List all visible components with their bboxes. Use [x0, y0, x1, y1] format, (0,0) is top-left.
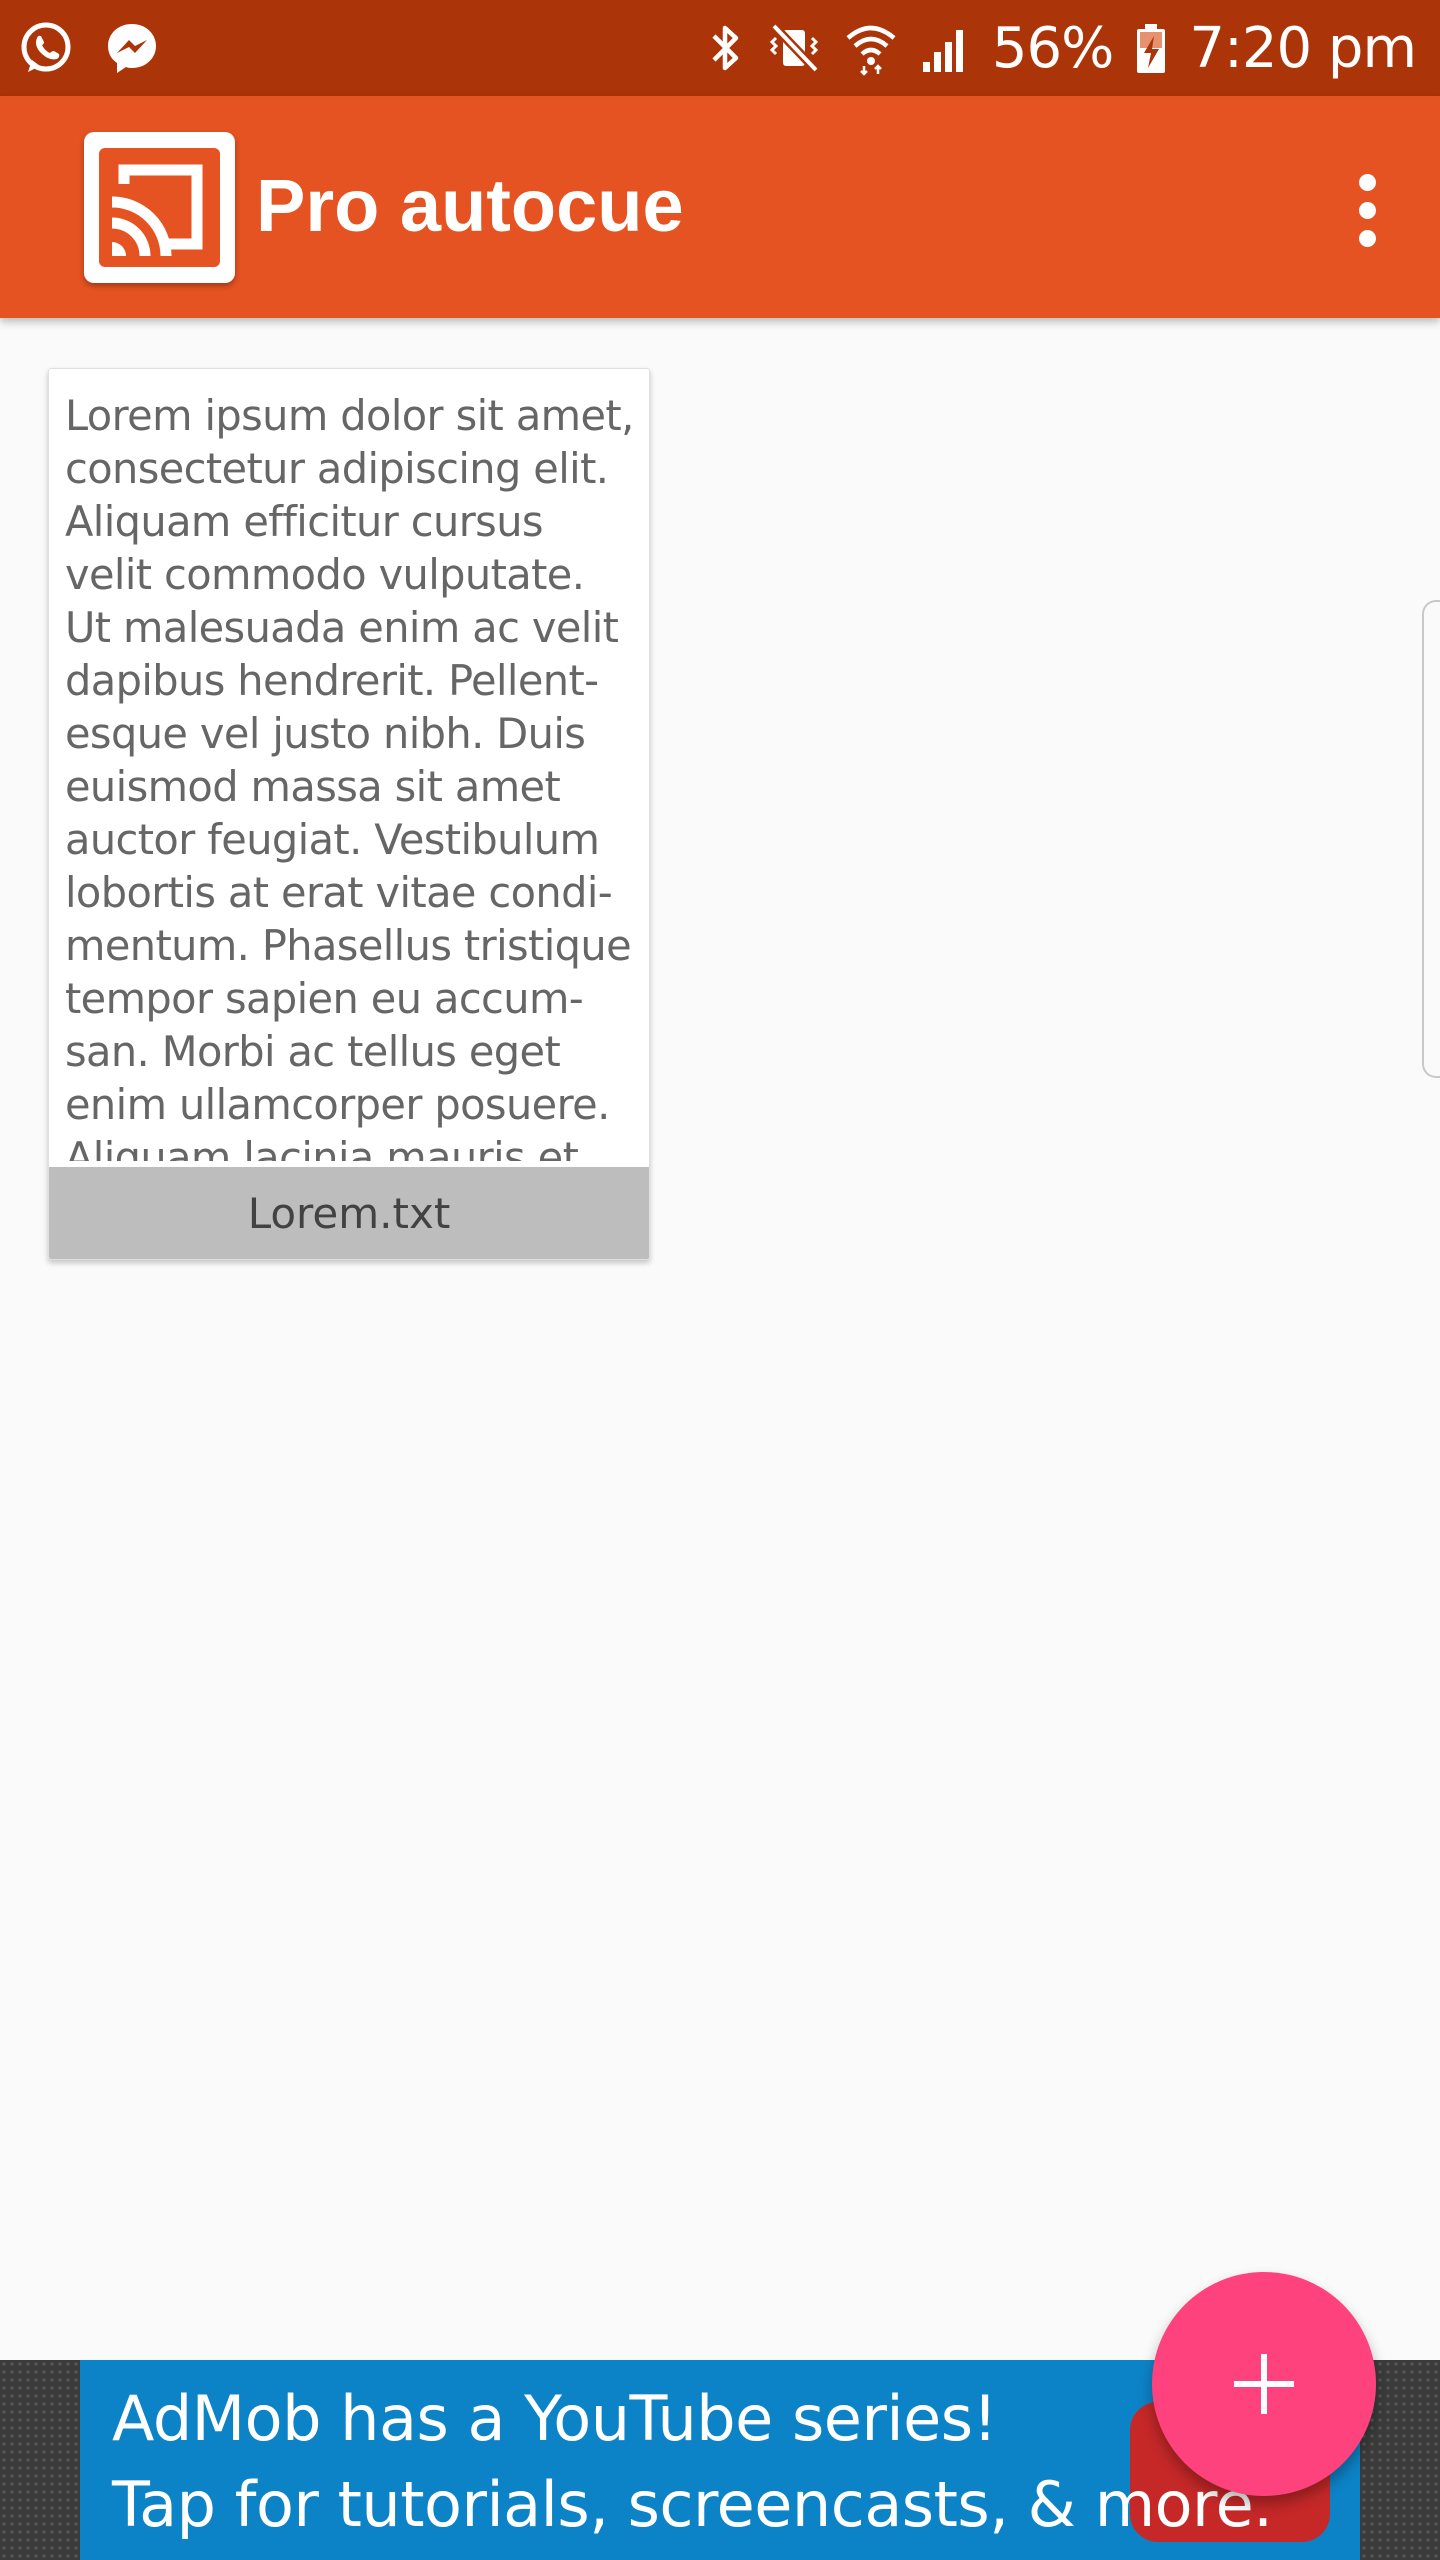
whatsapp-icon: [21, 22, 71, 72]
ad-text: AdMob has a YouTube series! Tap for tuto…: [112, 2376, 1273, 2548]
system-status-icons: 56% 7:20 pm: [708, 0, 1417, 96]
battery-charging-icon: [1137, 24, 1166, 73]
wifi-icon: [846, 25, 896, 76]
plus-icon: [1234, 2354, 1294, 2414]
notification-icons: [18, 20, 160, 76]
edge-panel-handle[interactable]: [1422, 600, 1440, 1078]
more-options-button[interactable]: [1322, 160, 1412, 260]
signal-icon: [922, 30, 963, 72]
ad-line-1: AdMob has a YouTube series!: [112, 2382, 997, 2455]
bluetooth-icon: [712, 25, 739, 71]
document-preview: Lorem ipsum dolor sit amet, consectetur …: [65, 391, 634, 1161]
add-document-button[interactable]: [1152, 2272, 1376, 2496]
status-bar: 56% 7:20 pm: [0, 0, 1440, 96]
ad-line-2: Tap for tutorials, screencasts, & more.: [112, 2468, 1273, 2541]
app-title: Pro autocue: [256, 164, 684, 247]
messenger-icon: [108, 24, 156, 73]
cast-icon: [84, 132, 235, 283]
vibrate-mute-icon: [769, 22, 820, 74]
document-filename: Lorem.txt: [49, 1167, 649, 1259]
clock: 7:20 pm: [1189, 15, 1417, 81]
more-vert-icon: [1358, 173, 1376, 191]
battery-percent: 56%: [991, 15, 1114, 81]
app-bar: Pro autocue: [0, 96, 1440, 318]
document-card[interactable]: Lorem ipsum dolor sit amet, consectetur …: [48, 368, 650, 1260]
